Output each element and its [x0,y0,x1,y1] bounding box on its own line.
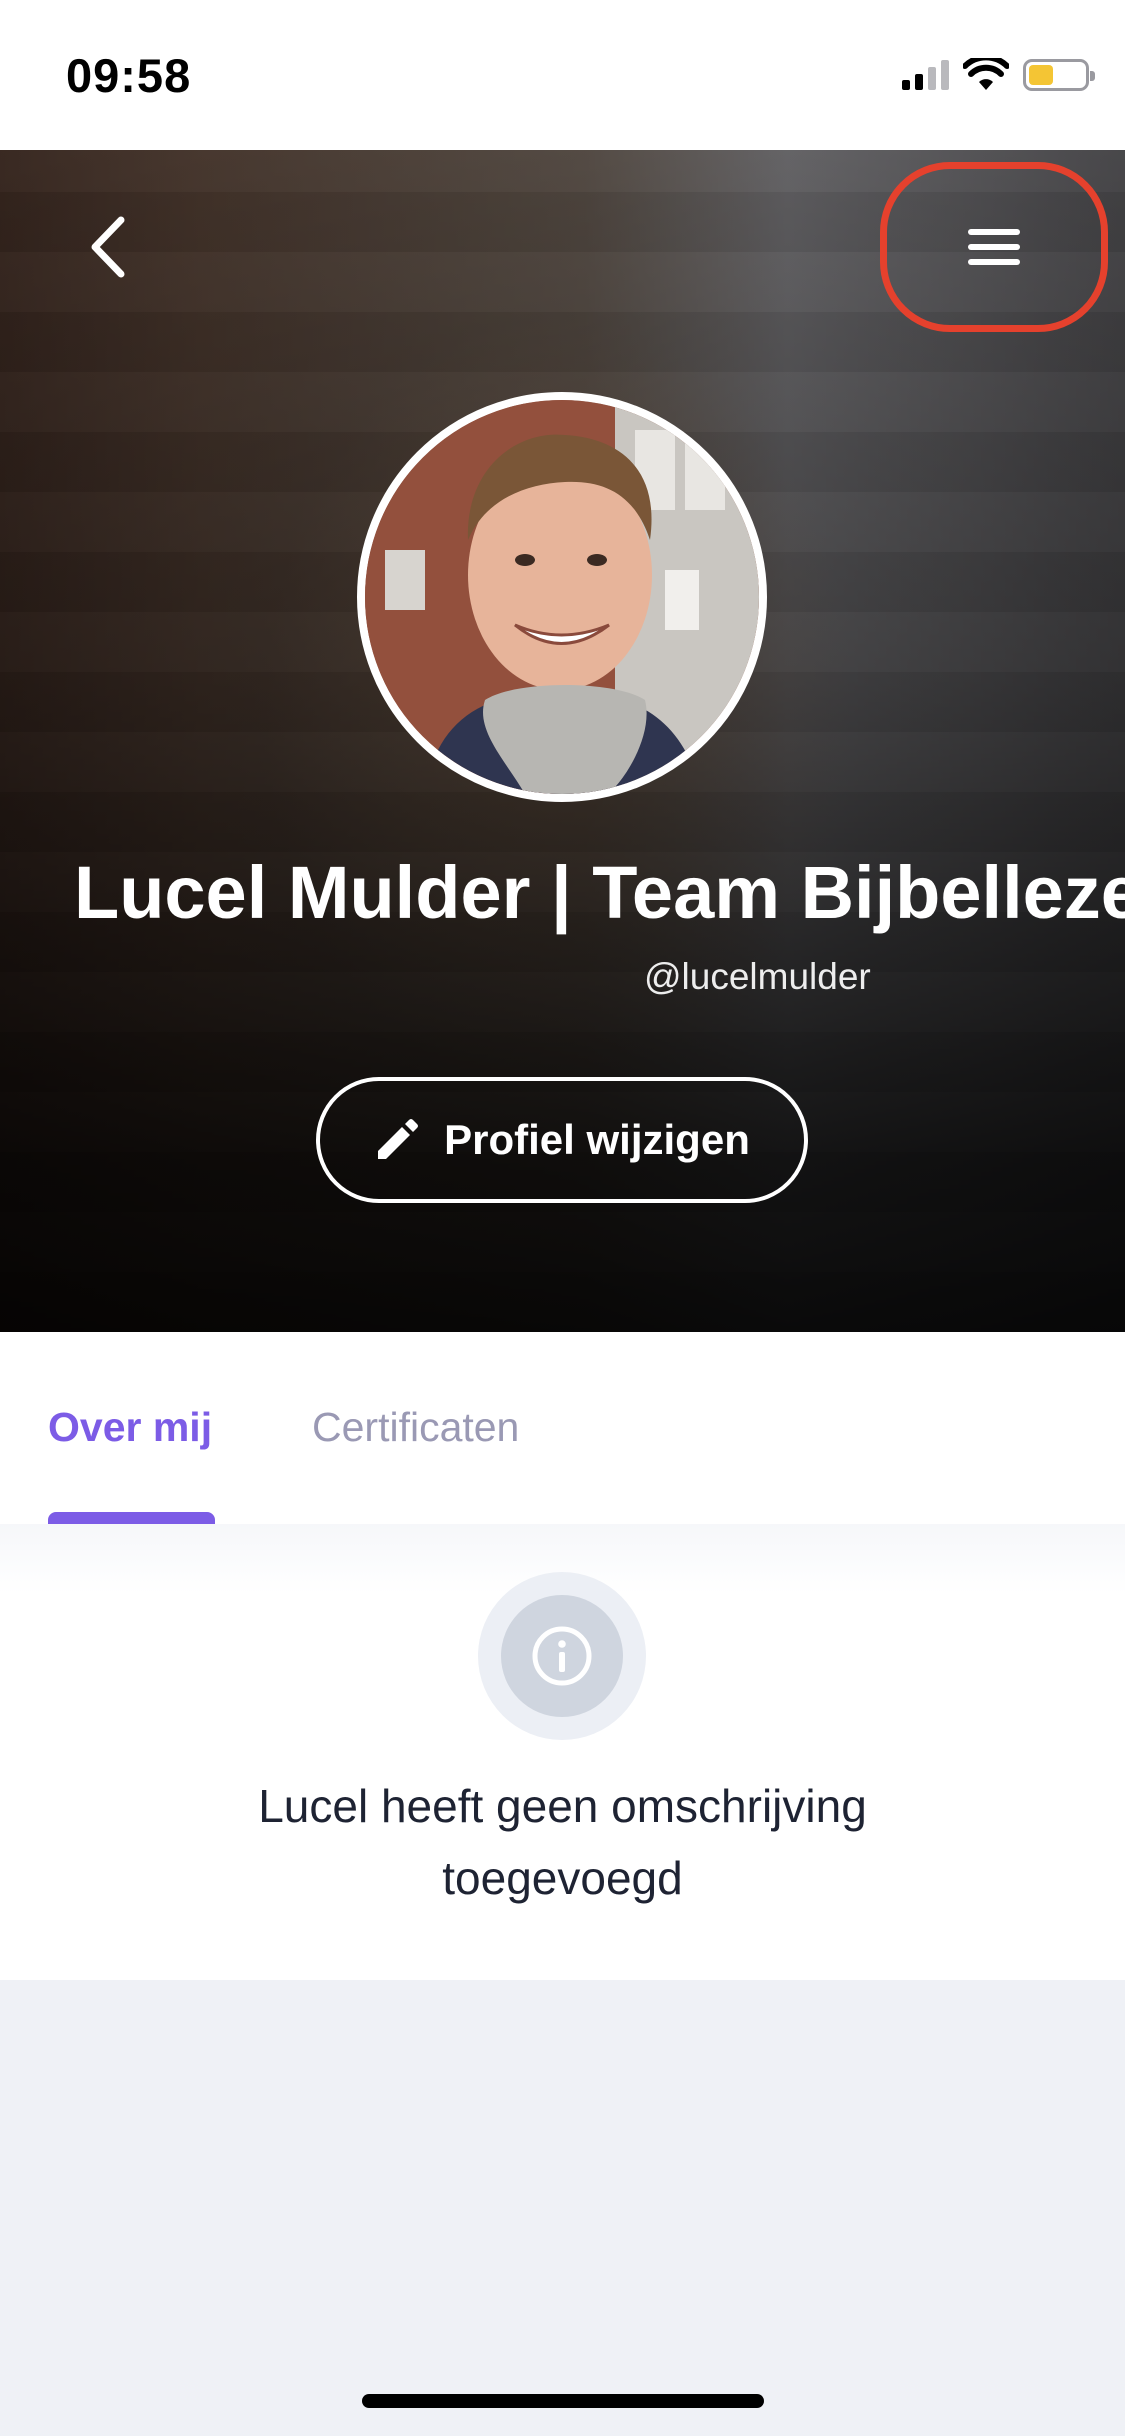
status-bar: 09:58 [0,0,1125,150]
empty-description-line1: Lucel heeft geen omschrijving [258,1780,867,1832]
edit-profile-button[interactable]: Profiel wijzigen [316,1077,808,1203]
status-icons [902,58,1095,92]
menu-button[interactable] [880,162,1108,332]
avatar[interactable] [357,392,767,802]
status-time: 09:58 [66,48,192,102]
home-indicator [362,2394,764,2408]
tab-over-mij[interactable]: Over mij [48,1404,212,1451]
wifi-icon [963,58,1009,90]
active-tab-indicator [48,1512,215,1524]
tab-certificaten[interactable]: Certificaten [312,1404,519,1451]
chevron-left-icon [91,216,125,278]
info-icon [532,1626,592,1686]
info-icon-badge [478,1572,646,1740]
profile-screen: 09:58 Lucel Mulder | Team Bijbellezen @l… [0,0,1125,2436]
profile-header: Lucel Mulder | Team Bijbellezen @lucelmu… [0,150,1125,1332]
avatar-photo [365,400,759,794]
back-button[interactable] [72,212,142,282]
profile-name: Lucel Mulder | Team Bijbellezen [74,851,1125,934]
empty-description-text: Lucel heeft geen omschrijving toegevoegd [140,1770,985,1914]
profile-handle: @lucelmulder [644,956,871,997]
hamburger-menu-icon [968,229,1020,265]
signal-bars-icon [902,60,949,90]
profile-tabs: Over mij Certificaten [0,1332,1125,1524]
edit-profile-label: Profiel wijzigen [444,1116,750,1163]
empty-description-line2: toegevoegd [442,1852,683,1904]
pencil-icon [378,1119,419,1159]
about-section: Lucel heeft geen omschrijving toegevoegd [0,1524,1125,1980]
battery-icon [1023,59,1095,91]
